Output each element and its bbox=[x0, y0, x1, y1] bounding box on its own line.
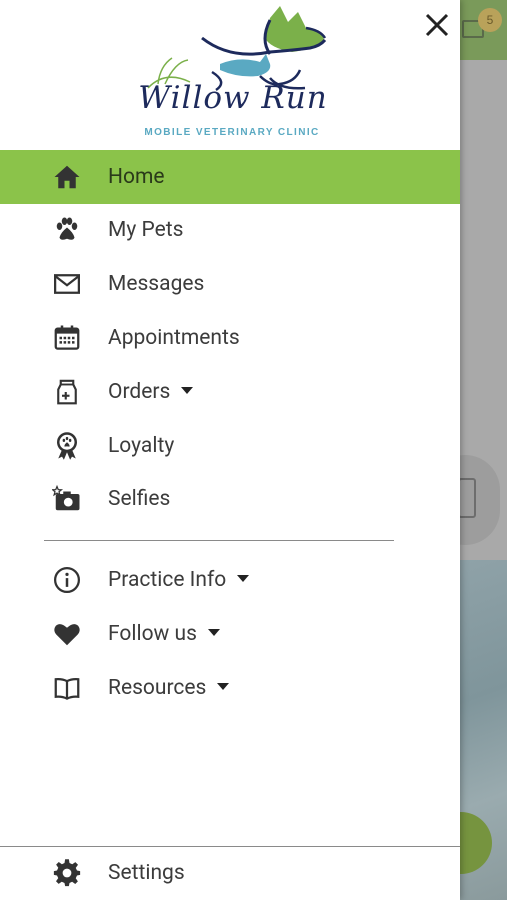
chevron-down-icon bbox=[181, 386, 194, 394]
menu-item-label: Settings bbox=[108, 861, 185, 885]
menu-item-label: My Pets bbox=[108, 218, 184, 242]
calendar-icon bbox=[51, 322, 83, 354]
menu-item-label: Follow us bbox=[108, 622, 220, 646]
menu-item-label: Orders bbox=[108, 380, 194, 404]
menu-item-label: Loyalty bbox=[108, 434, 175, 458]
paw-icon bbox=[51, 214, 83, 246]
chevron-down-icon bbox=[207, 628, 220, 636]
menu-item-settings[interactable]: Settings bbox=[0, 846, 460, 900]
menu-item-follow-us[interactable]: Follow us bbox=[0, 607, 460, 661]
background-bag-icon bbox=[460, 478, 476, 518]
menu-item-messages[interactable]: Messages bbox=[0, 257, 460, 311]
menu-item-my-pets[interactable]: My Pets bbox=[0, 203, 460, 257]
menu-item-orders[interactable]: Orders bbox=[0, 365, 460, 419]
envelope-icon bbox=[51, 268, 83, 300]
menu-item-resources[interactable]: Resources bbox=[0, 661, 460, 715]
food-bag-icon bbox=[51, 376, 83, 408]
background-notification-badge: 5 bbox=[478, 8, 502, 32]
menu-item-label: Appointments bbox=[108, 326, 240, 350]
menu-divider bbox=[44, 540, 394, 541]
home-icon bbox=[51, 161, 83, 193]
menu-item-label: Selfies bbox=[108, 487, 171, 511]
close-icon bbox=[425, 13, 449, 37]
navigation-drawer: Willow Run MOBILE VETERINARY CLINIC Home… bbox=[0, 0, 460, 900]
background-app: 5 bbox=[460, 0, 507, 900]
logo-subtitle: MOBILE VETERINARY CLINIC bbox=[144, 127, 320, 138]
menu-item-label: Messages bbox=[108, 272, 205, 296]
dog-cat-logo-icon bbox=[147, 6, 327, 92]
heart-icon bbox=[51, 618, 83, 650]
menu-item-label: Resources bbox=[108, 676, 230, 700]
menu-item-home[interactable]: Home bbox=[0, 150, 460, 204]
camera-icon bbox=[51, 483, 83, 515]
menu-item-loyalty[interactable]: Loyalty bbox=[0, 419, 460, 473]
menu-item-appointments[interactable]: Appointments bbox=[0, 311, 460, 365]
info-icon bbox=[51, 564, 83, 596]
menu-item-selfies[interactable]: Selfies bbox=[0, 472, 460, 526]
chevron-down-icon bbox=[217, 682, 230, 690]
clinic-logo: Willow Run MOBILE VETERINARY CLINIC bbox=[120, 0, 340, 145]
menu-item-practice-info[interactable]: Practice Info bbox=[0, 553, 460, 607]
logo-title: Willow Run bbox=[138, 80, 328, 116]
chevron-down-icon bbox=[237, 574, 250, 582]
award-ribbon-icon bbox=[51, 430, 83, 462]
close-drawer-button[interactable] bbox=[420, 8, 454, 42]
menu-item-label: Practice Info bbox=[108, 568, 250, 592]
book-icon bbox=[51, 672, 83, 704]
menu-item-label: Home bbox=[108, 165, 165, 189]
gear-icon bbox=[51, 857, 83, 889]
